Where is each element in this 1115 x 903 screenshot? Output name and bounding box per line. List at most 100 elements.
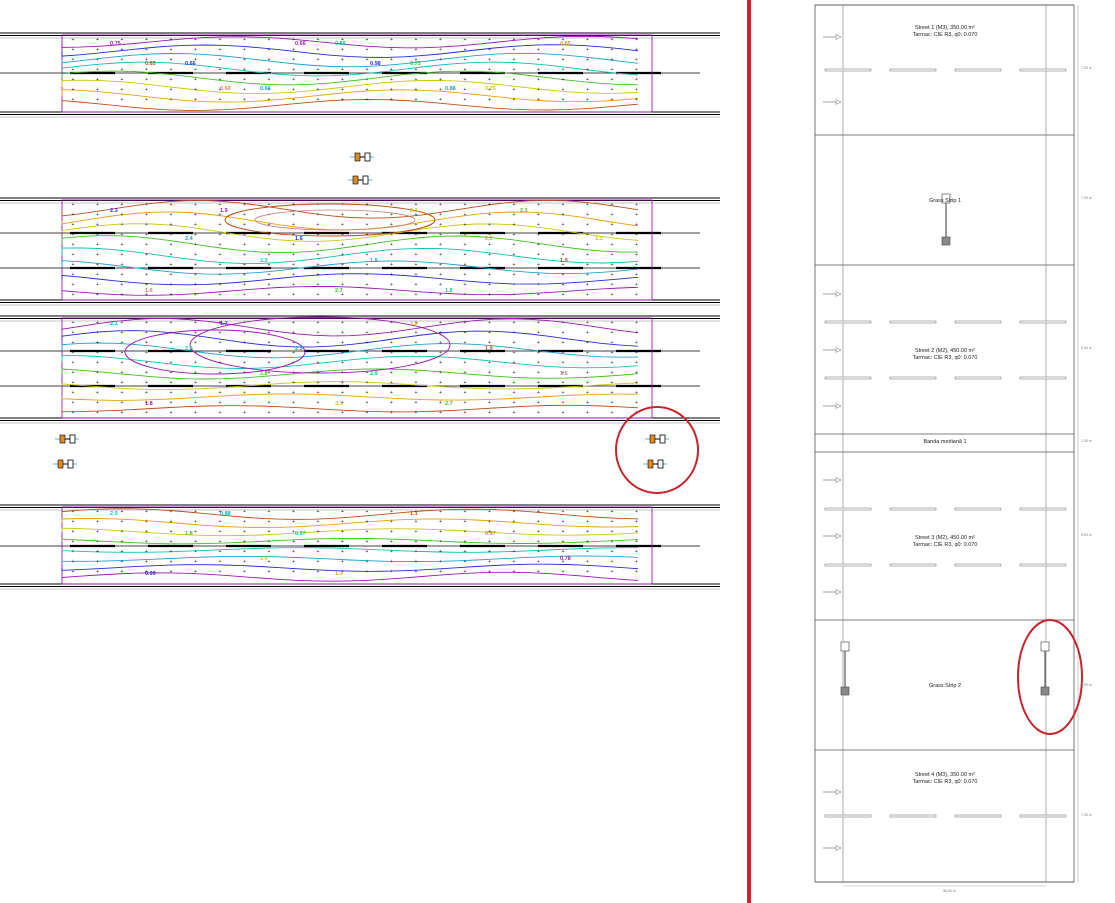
grid-point: + (488, 380, 491, 386)
grid-point: + (292, 539, 295, 545)
grid-point: + (586, 47, 589, 53)
grid-point: + (439, 549, 442, 555)
lane-marking (1019, 68, 1067, 72)
grid-point: + (537, 272, 540, 278)
grid-point: + (415, 360, 418, 366)
lane-marking (1019, 814, 1067, 818)
grid-point: + (366, 37, 369, 43)
grid-point: + (268, 252, 271, 258)
grid-point: + (341, 539, 344, 545)
contour-value-label: 0.66 (185, 61, 196, 67)
grid-point: + (194, 272, 197, 278)
lane-marking (889, 507, 937, 511)
grid-point: + (317, 380, 320, 386)
grid-point: + (366, 272, 369, 278)
grid-point: + (611, 232, 614, 238)
grid-point: + (170, 222, 173, 228)
luminaire-icon (643, 459, 667, 469)
grid-point: + (439, 390, 442, 396)
grid-point: + (439, 232, 442, 238)
grid-point: + (537, 67, 540, 73)
grid-point: + (268, 390, 271, 396)
grid-point: + (243, 292, 246, 298)
grid-point: + (268, 292, 271, 298)
grid-point: + (243, 320, 246, 326)
grid-point: + (488, 539, 491, 545)
grid-point: + (488, 519, 491, 525)
grid-point: + (219, 370, 222, 376)
grid-point: + (611, 282, 614, 288)
grid-point: + (341, 202, 344, 208)
grid-point: + (611, 360, 614, 366)
contour-value-label: 2.8 (260, 371, 268, 377)
grid-point: + (611, 87, 614, 93)
grid-point: + (537, 350, 540, 356)
grid-point: + (243, 67, 246, 73)
grid-point: + (317, 202, 320, 208)
luminaire-head (647, 459, 654, 469)
grid-point: + (464, 37, 467, 43)
grid-point: + (439, 57, 442, 63)
grid-point: + (219, 529, 222, 535)
contour-value-label: 1.3 (335, 571, 343, 577)
contour-value-label: 0.75 (110, 41, 121, 47)
grid-point: + (415, 370, 418, 376)
grid-point: + (562, 212, 565, 218)
grid-point: + (121, 282, 124, 288)
grid-point: + (72, 380, 75, 386)
grid-point: + (390, 380, 393, 386)
pole-head (840, 641, 850, 652)
grid-point: + (513, 202, 516, 208)
observer-arrow-icon (835, 589, 842, 595)
contour-value-label: 1.1 (410, 511, 418, 517)
grid-point: + (390, 569, 393, 575)
area-layout-view (814, 4, 1083, 887)
grid-point: + (96, 47, 99, 53)
luminaire-head (59, 434, 66, 444)
grid-point: + (292, 549, 295, 555)
grid-point: + (488, 77, 491, 83)
luminaire-head (352, 175, 359, 185)
grid-point: + (145, 47, 148, 53)
grid-point: + (537, 549, 540, 555)
grid-point: + (439, 320, 442, 326)
grid-point: + (513, 549, 516, 555)
grid-point: + (366, 529, 369, 535)
grid-point: + (586, 390, 589, 396)
grid-point: + (317, 330, 320, 336)
grid-point: + (194, 390, 197, 396)
grid-point: + (562, 539, 565, 545)
grid-point: + (488, 509, 491, 515)
grid-point: + (170, 292, 173, 298)
grid-point: + (341, 242, 344, 248)
grid-point: + (317, 77, 320, 83)
grid-point: + (562, 400, 565, 406)
contour-value-label: 0.85 (560, 41, 571, 47)
grid-point: + (562, 519, 565, 525)
grid-point: + (219, 222, 222, 228)
grid-point: + (586, 410, 589, 416)
grid-point: + (72, 292, 75, 298)
grid-point: + (317, 57, 320, 63)
grid-point: + (341, 380, 344, 386)
grid-point: + (513, 519, 516, 525)
grid-point: + (145, 380, 148, 386)
grid-point: + (121, 380, 124, 386)
lane-marking (889, 68, 937, 72)
grid-point: + (292, 390, 295, 396)
grid-point: + (537, 57, 540, 63)
grid-point: + (268, 350, 271, 356)
grid-point: + (268, 57, 271, 63)
grid-point: + (219, 330, 222, 336)
grid-point: + (586, 569, 589, 575)
grid-point: + (611, 37, 614, 43)
grid-point: + (170, 272, 173, 278)
lane-marking (1019, 320, 1067, 324)
grid-point: + (537, 519, 540, 525)
contour-value-label: 2.7 (335, 288, 343, 294)
grid-point: + (317, 529, 320, 535)
grid-point: + (586, 272, 589, 278)
grid-point: + (415, 87, 418, 93)
grid-point: + (292, 57, 295, 63)
grid-point: + (317, 390, 320, 396)
